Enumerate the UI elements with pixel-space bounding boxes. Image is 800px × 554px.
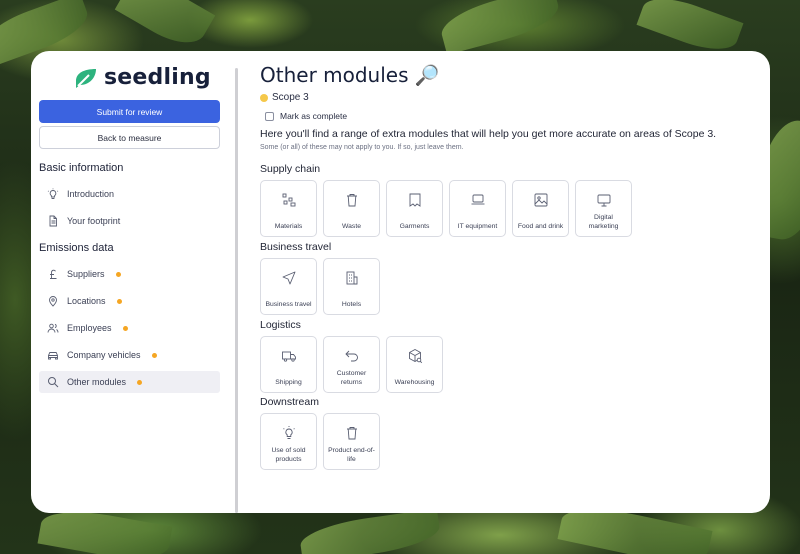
submit-for-review-button[interactable]: Submit for review	[39, 100, 220, 123]
page-title: Other modules 🔎	[260, 63, 440, 87]
sidebar-scrollbar[interactable]	[235, 68, 238, 513]
module-card-label: Use of sold products	[271, 447, 306, 463]
sidebar: seedling Submit for review Back to measu…	[31, 51, 229, 513]
building-icon	[346, 271, 357, 285]
module-card-shipping[interactable]: Shipping	[260, 336, 317, 393]
leaf-decoration	[436, 0, 564, 55]
group-title-business-travel: Business travel	[260, 241, 332, 253]
module-card-food-and-drink[interactable]: Food and drink	[512, 180, 569, 237]
monitor-icon	[597, 194, 610, 207]
materials-icon	[282, 193, 295, 207]
mark-complete-label: Mark as complete	[280, 111, 348, 121]
users-icon	[47, 323, 59, 333]
sidebar-item-your-footprint[interactable]: Your footprint	[39, 210, 220, 232]
module-card-product-end-of-life[interactable]: Product end-of-life	[323, 413, 380, 470]
module-card-customer-returns[interactable]: Customer returns	[323, 336, 380, 393]
module-card-label: Hotels	[341, 300, 362, 308]
module-card-label: Digital marketing	[588, 214, 619, 230]
sidebar-item-label: Locations	[67, 296, 106, 306]
lightbulb-icon	[47, 188, 59, 199]
group-title-supply-chain: Supply chain	[260, 163, 321, 175]
sidebar-item-introduction[interactable]: Introduction	[39, 183, 220, 205]
sidebar-item-label: Employees	[67, 323, 112, 333]
truck-icon	[281, 351, 296, 362]
intro-text: Here you'll find a range of extra module…	[260, 128, 717, 140]
module-card-label: Warehousing	[394, 378, 435, 386]
sidebar-item-company-vehicles[interactable]: Company vehicles	[39, 344, 220, 366]
image-icon	[534, 193, 547, 207]
status-dot	[115, 271, 121, 277]
note-text: Some (or all) of these may not apply to …	[260, 144, 464, 151]
leaf-decoration	[114, 0, 216, 55]
return-arrow-icon	[344, 350, 358, 362]
group-title-downstream: Downstream	[260, 396, 319, 408]
sidebar-item-locations[interactable]: Locations	[39, 290, 220, 312]
navigation-icon	[282, 271, 295, 285]
package-search-icon	[408, 348, 422, 364]
sidebar-item-employees[interactable]: Employees	[39, 317, 220, 339]
module-card-materials[interactable]: Materials	[260, 180, 317, 237]
sidebar-item-label: Your footprint	[67, 216, 121, 226]
group-title-logistics: Logistics	[260, 319, 301, 331]
laptop-icon	[471, 194, 484, 205]
section-title-emissions-data: Emissions data	[39, 242, 114, 254]
sidebar-item-label: Suppliers	[67, 269, 105, 279]
module-card-label: Waste	[341, 222, 361, 230]
module-card-label: Shipping	[275, 378, 302, 386]
garment-icon	[409, 193, 420, 207]
pound-icon	[50, 269, 57, 279]
sidebar-item-other-modules[interactable]: Other modules	[39, 371, 220, 393]
sidebar-item-label: Company vehicles	[67, 350, 141, 360]
status-dot	[116, 298, 122, 304]
module-card-label: Customer returns	[336, 370, 367, 386]
sidebar-item-label: Introduction	[67, 189, 115, 199]
trash-icon	[346, 427, 357, 440]
sidebar-item-suppliers[interactable]: Suppliers	[39, 263, 220, 285]
module-card-waste[interactable]: Waste	[323, 180, 380, 237]
module-card-digital-marketing[interactable]: Digital marketing	[575, 180, 632, 237]
scope-label: Scope 3	[272, 92, 309, 103]
module-card-label: IT equipment	[457, 222, 498, 230]
module-card-warehousing[interactable]: Warehousing	[386, 336, 443, 393]
status-dot	[151, 352, 157, 358]
lightbulb-icon	[282, 426, 295, 439]
module-card-hotels[interactable]: Hotels	[323, 258, 380, 315]
main-content: Other modules 🔎 Scope 3 Mark as complete…	[260, 51, 770, 513]
module-card-it-equipment[interactable]: IT equipment	[449, 180, 506, 237]
back-to-measure-button[interactable]: Back to measure	[39, 126, 220, 149]
status-dot	[137, 379, 143, 385]
sidebar-item-label: Other modules	[67, 377, 127, 387]
leaf-decoration	[298, 508, 442, 554]
status-dot	[122, 325, 128, 331]
document-icon	[49, 215, 57, 227]
location-pin-icon	[49, 296, 57, 307]
module-card-use-of-sold-products[interactable]: Use of sold products	[260, 413, 317, 470]
app-panel: seedling Submit for review Back to measu…	[31, 51, 770, 513]
module-card-label: Materials	[274, 222, 303, 230]
scope-badge: Scope 3	[260, 92, 309, 103]
module-card-label: Food and drink	[517, 222, 564, 230]
trash-icon	[346, 194, 357, 207]
module-card-label: Product end-of-life	[328, 447, 375, 463]
module-card-label: Garments	[399, 222, 430, 230]
logo: seedling	[74, 65, 211, 90]
module-card-business-travel[interactable]: Business travel	[260, 258, 317, 315]
search-icon	[48, 377, 59, 388]
car-icon	[48, 352, 58, 360]
checkbox[interactable]	[265, 111, 274, 121]
module-card-garments[interactable]: Garments	[386, 180, 443, 237]
mark-as-complete-checkbox[interactable]: Mark as complete	[265, 111, 347, 121]
scope-dot	[260, 93, 268, 102]
module-card-label: Business travel	[265, 300, 312, 308]
seedling-logo-icon	[76, 68, 96, 88]
section-title-basic-information: Basic information	[39, 162, 124, 174]
logo-text: seedling	[104, 65, 211, 90]
